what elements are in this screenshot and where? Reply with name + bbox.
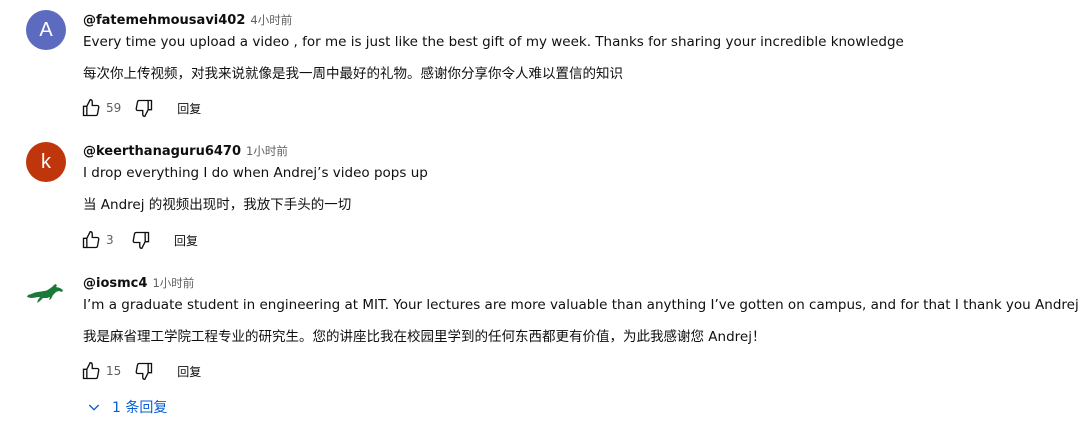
comment-actions: 15 回复 — [80, 359, 201, 383]
comment-time[interactable]: 4小时前 — [250, 13, 292, 27]
author-handle[interactable]: @fatemehmousavi402 — [83, 13, 245, 28]
like-count: 3 — [106, 233, 114, 247]
comment-header: @iosmc4 1小时前 — [83, 275, 194, 291]
mustang-logo-icon — [27, 284, 63, 303]
like-count: 15 — [106, 364, 122, 378]
thumbs-up-icon[interactable] — [80, 360, 102, 382]
comment-time[interactable]: 1小时前 — [152, 276, 194, 290]
comment-header: @fatemehmousavi402 4小时前 — [83, 12, 292, 28]
like-count: 59 — [106, 101, 122, 115]
reply-button[interactable]: 回复 — [177, 100, 201, 117]
comment-header: @keerthanaguru6470 1小时前 — [83, 143, 288, 159]
thumbs-down-icon[interactable] — [130, 229, 152, 251]
comment-time[interactable]: 1小时前 — [246, 144, 288, 158]
author-handle[interactable]: @iosmc4 — [83, 276, 147, 291]
comment-actions: 59 回复 — [80, 96, 201, 120]
thumbs-up-icon[interactable] — [80, 97, 102, 119]
reply-button[interactable]: 回复 — [174, 232, 198, 249]
avatar-letter: A — [39, 18, 53, 41]
comment-text-en: I’m a graduate student in engineering at… — [83, 297, 1080, 313]
comment-text-zh: 当 Andrej 的视频出现时，我放下手头的一切 — [83, 197, 352, 213]
thumbs-up-icon[interactable] — [80, 229, 102, 251]
comment-text-zh: 我是麻省理工学院工程专业的研究生。您的讲座比我在校园里学到的任何东西都更有价值，… — [83, 329, 766, 345]
view-replies-label: 1 条回复 — [112, 400, 168, 416]
comment-actions: 3 回复 — [80, 228, 198, 252]
chevron-down-icon — [88, 404, 100, 411]
comment-text-en: Every time you upload a video , for me i… — [83, 34, 904, 50]
avatar[interactable]: A — [26, 10, 66, 50]
thumbs-down-icon[interactable] — [133, 97, 155, 119]
avatar[interactable]: k — [26, 142, 66, 182]
avatar[interactable] — [26, 273, 66, 313]
view-replies-button[interactable]: 1 条回复 — [86, 397, 167, 417]
author-handle[interactable]: @keerthanaguru6470 — [83, 144, 241, 159]
avatar-letter: k — [41, 150, 51, 173]
comment-text-en: I drop everything I do when Andrej’s vid… — [83, 165, 428, 181]
thumbs-down-icon[interactable] — [133, 360, 155, 382]
reply-button[interactable]: 回复 — [177, 363, 201, 380]
comment-text-zh: 每次你上传视频，对我来说就像是我一周中最好的礼物。感谢你分享你令人难以置信的知识 — [83, 66, 623, 82]
